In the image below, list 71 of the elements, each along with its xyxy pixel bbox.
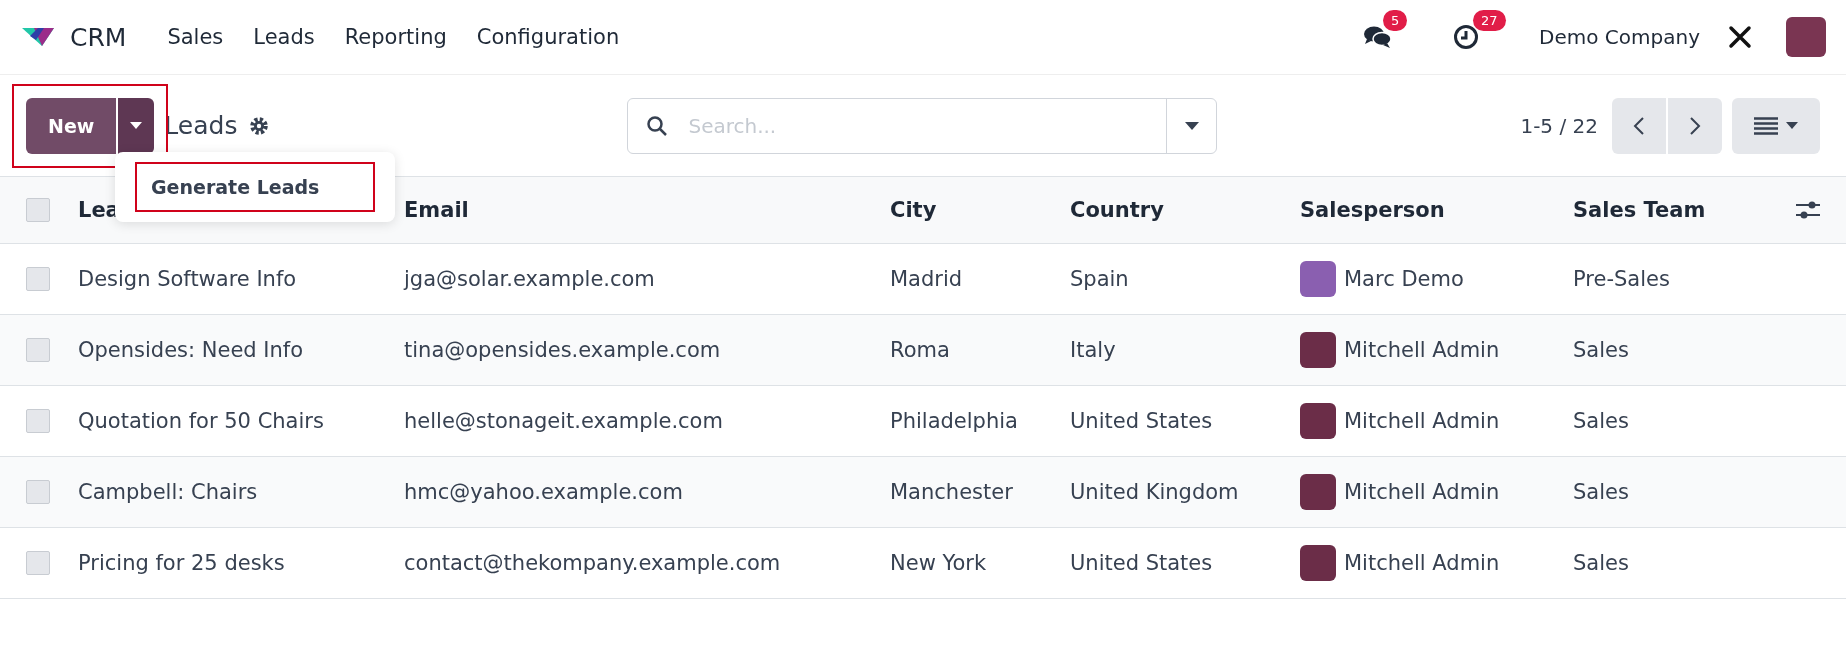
- column-settings-icon[interactable]: [1796, 199, 1820, 221]
- list-icon: [1754, 116, 1778, 135]
- caret-icon: [130, 122, 143, 129]
- salesperson-name: Mitchell Admin: [1344, 409, 1500, 433]
- table-cell-text: Pricing for 25 desks: [78, 551, 286, 575]
- menu-item[interactable]: Configuration: [461, 25, 635, 49]
- dropdown-item[interactable]: Generate Leads: [135, 162, 375, 212]
- row-checkbox[interactable]: [26, 338, 50, 362]
- table-cell-text: Sales: [1573, 480, 1630, 504]
- table-cell-text: jga@solar.example.com: [404, 267, 656, 291]
- chat-icon[interactable]: [1363, 24, 1394, 50]
- row-checkbox[interactable]: [26, 267, 50, 291]
- table-cell-text: Campbell: Chairs: [78, 480, 259, 504]
- page-title: Leads: [164, 111, 238, 140]
- table-cell-text: Madrid: [890, 267, 964, 291]
- menu-item[interactable]: Sales: [152, 25, 239, 49]
- chevron-left-icon: [1633, 115, 1645, 136]
- column-header[interactable]: Salesperson: [1300, 198, 1573, 222]
- table-cell-text: Sales: [1573, 338, 1630, 362]
- search-icon: [646, 114, 669, 137]
- salesperson-name: Mitchell Admin: [1344, 480, 1500, 504]
- row-checkbox[interactable]: [26, 480, 50, 504]
- caret-icon: [1786, 122, 1798, 129]
- table-cell-text: Sales: [1573, 409, 1630, 433]
- column-header[interactable]: Country: [1070, 198, 1300, 222]
- column-header[interactable]: City: [890, 198, 1070, 222]
- table-cell-text: United Kingdom: [1070, 480, 1240, 504]
- pager-text[interactable]: 1-5 / 22: [1520, 113, 1598, 138]
- settings-icon[interactable]: [249, 115, 270, 136]
- table-cell-text: Quotation for 50 Chairs: [78, 409, 325, 433]
- salesperson-name: Mitchell Admin: [1344, 338, 1500, 362]
- caret-icon: [1184, 121, 1199, 130]
- table-cell-text: helle@stonageit.example.com: [404, 409, 724, 433]
- row-checkbox[interactable]: [26, 551, 50, 575]
- table-cell-text: Sales: [1573, 551, 1630, 575]
- table-cell-text: hmc@yahoo.example.com: [404, 480, 684, 504]
- user-avatar[interactable]: [1786, 17, 1826, 57]
- app-name[interactable]: CRM: [70, 22, 127, 52]
- table-cell-text: Pre-Sales: [1573, 267, 1671, 291]
- row-checkbox[interactable]: [26, 409, 50, 433]
- salesperson-name: Mitchell Admin: [1344, 551, 1500, 575]
- menu-item[interactable]: Leads: [238, 25, 330, 49]
- new-button[interactable]: New: [26, 97, 117, 154]
- table-cell-text: United States: [1070, 551, 1214, 575]
- menu-item[interactable]: Reporting: [329, 25, 462, 49]
- table-cell-text: Design Software Info: [78, 267, 298, 291]
- salesperson-name: Marc Demo: [1344, 267, 1464, 291]
- clock-icon[interactable]: [1453, 24, 1480, 50]
- previous-button[interactable]: [1612, 97, 1666, 154]
- table-cell-text: Opensides: Need Info: [78, 338, 305, 362]
- company-name[interactable]: Demo Company: [1539, 25, 1700, 49]
- search-input[interactable]: Search...: [686, 112, 1167, 139]
- table-cell-text: Spain: [1070, 267, 1130, 291]
- next-button[interactable]: [1668, 97, 1722, 154]
- table-cell-text: contact@thekompany.example.com: [404, 551, 782, 575]
- table-cell-text: Philadelphia: [890, 409, 1019, 433]
- column-header[interactable]: Sales Team: [1573, 198, 1773, 222]
- table-cell-text: New York: [890, 551, 988, 575]
- column-header[interactable]: Email: [404, 198, 890, 222]
- activity-count-badge: 27: [1473, 10, 1506, 31]
- view-switcher-button[interactable]: [1732, 97, 1820, 154]
- chevron-right-icon: [1689, 115, 1701, 136]
- table-cell-text: United States: [1070, 409, 1214, 433]
- table-cell-text: Italy: [1070, 338, 1117, 362]
- table-cell-text: Manchester: [890, 480, 1014, 504]
- message-count-badge: 5: [1383, 10, 1408, 31]
- table-cell-text: Roma: [890, 338, 951, 362]
- select-all-checkbox[interactable]: [26, 198, 50, 222]
- search-field[interactable]: Search...: [627, 97, 1218, 154]
- new-dropdown-toggle[interactable]: [116, 97, 155, 154]
- table-cell-text: tina@opensides.example.com: [404, 338, 722, 362]
